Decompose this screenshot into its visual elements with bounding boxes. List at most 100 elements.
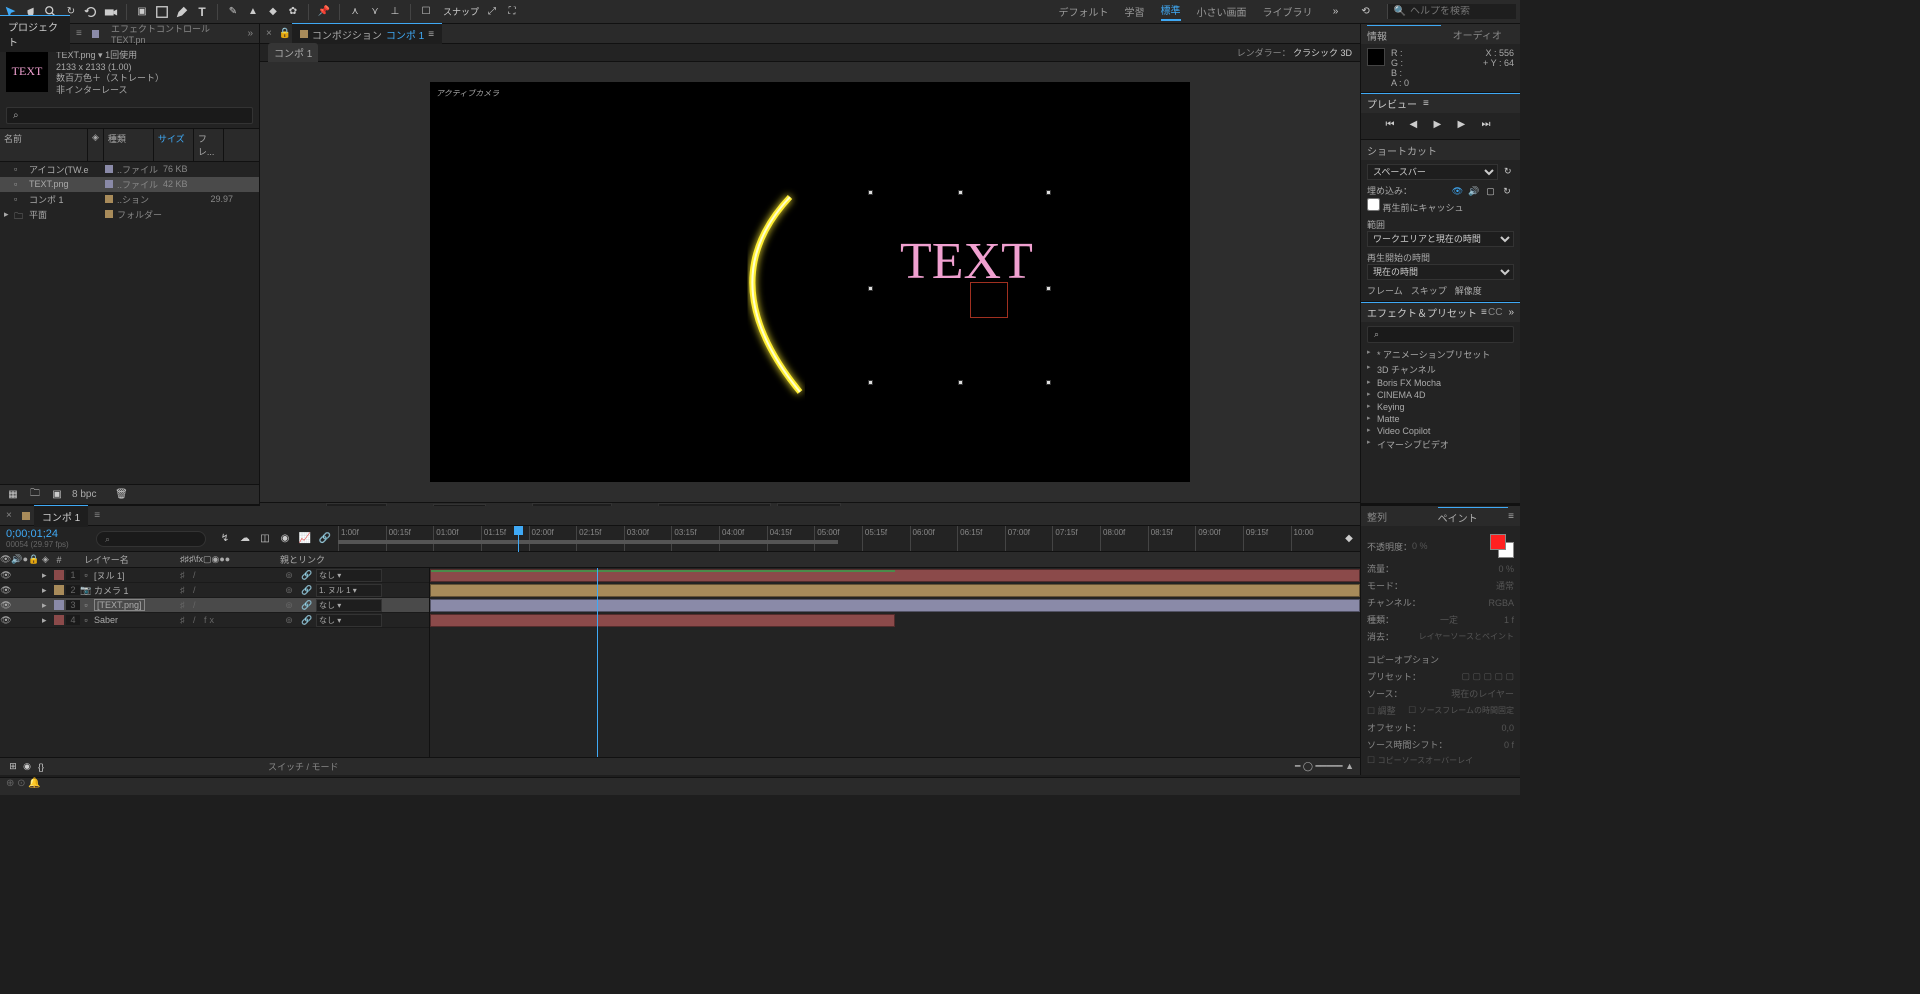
layer-bar-1[interactable]	[430, 569, 1360, 582]
loop-icon[interactable]: ↻	[1500, 184, 1514, 198]
new-comp-icon[interactable]: ▣	[50, 488, 64, 502]
effect-category[interactable]: Video Copilot	[1367, 425, 1514, 437]
overflow-icon[interactable]: »	[1508, 307, 1514, 318]
tab-effects[interactable]: エフェクト＆プリセット	[1367, 305, 1477, 320]
overlay-label[interactable]: コピーソースオーバーレイ	[1378, 756, 1474, 765]
handle-tc[interactable]	[958, 190, 963, 195]
prev-frame-icon[interactable]: ◀	[1410, 119, 1424, 133]
close-tab-icon[interactable]: ×	[260, 28, 278, 39]
current-time-indicator[interactable]	[518, 526, 519, 552]
project-search-input[interactable]	[19, 110, 246, 121]
effect-category[interactable]: CINEMA 4D	[1367, 389, 1514, 401]
effect-category[interactable]: * アニメーションプリセット	[1367, 347, 1514, 362]
col-parent[interactable]: 親とリンク	[280, 553, 370, 566]
tab-audio[interactable]: オーディオ	[1441, 27, 1515, 42]
layer-row[interactable]: 👁▸1▫[ヌル 1]♯ /⊚🔗なし ▾	[0, 568, 429, 583]
effect-category[interactable]: Matte	[1367, 413, 1514, 425]
ws-library[interactable]: ライブラリ	[1263, 4, 1313, 19]
erase-value[interactable]: レイヤーソースとペイント	[1419, 631, 1514, 642]
local-axis-icon[interactable]: ⋏	[348, 5, 362, 19]
draft3d-icon[interactable]: ☁	[238, 532, 252, 546]
clone-tool-icon[interactable]: ▲	[246, 5, 260, 19]
play-icon[interactable]: ▶	[1434, 119, 1448, 133]
switch-mode-toggle[interactable]: スイッチ / モード	[268, 760, 339, 773]
null-bounds[interactable]	[970, 282, 1008, 318]
layer-row[interactable]: 👁▸2📷カメラ 1♯ /⊚🔗1. ヌル 1 ▾	[0, 583, 429, 598]
rotate-tool-icon[interactable]	[84, 5, 98, 19]
canvas[interactable]: アクティブカメラ TEXT	[430, 82, 1190, 482]
text-tool-icon[interactable]: T	[195, 5, 209, 19]
camera-tool-icon[interactable]	[104, 5, 118, 19]
work-area-bar[interactable]	[338, 540, 838, 544]
opacity-value[interactable]: 0 %	[1412, 541, 1428, 551]
comp-breadcrumb[interactable]: コンポ 1	[268, 43, 318, 62]
project-row[interactable]: ▸🗀平面フォルダー	[0, 207, 259, 222]
playfrom-select[interactable]: 現在の時間	[1367, 264, 1514, 280]
handle-br[interactable]	[1046, 380, 1051, 385]
interpret-icon[interactable]: ▦	[6, 488, 20, 502]
composition-viewer[interactable]: アクティブカメラ TEXT	[260, 62, 1360, 502]
new-folder-icon[interactable]: 🗀	[28, 488, 42, 502]
anchor-tool-icon[interactable]: ▣	[135, 5, 149, 19]
tab-preview[interactable]: プレビュー	[1367, 96, 1417, 111]
adjust-label[interactable]: 調整	[1378, 706, 1396, 716]
panel-menu-icon[interactable]: ≡	[1481, 307, 1487, 318]
handle-tl[interactable]	[868, 190, 873, 195]
effect-category[interactable]: Boris FX Mocha	[1367, 377, 1514, 389]
layer-bar-2[interactable]	[430, 584, 1360, 597]
layer-row[interactable]: 👁▸3▫[TEXT.png]♯ /⊚🔗なし ▾	[0, 598, 429, 613]
layer-bar-4[interactable]	[430, 614, 895, 627]
timeline-timecode[interactable]: 0;00;01;24 00054 (29.97 fps)	[0, 526, 90, 551]
handle-bc[interactable]	[958, 380, 963, 385]
comp-marker-icon[interactable]: ◆	[1342, 532, 1356, 546]
timeline-search-input[interactable]	[96, 531, 206, 547]
include-overlay-icon[interactable]: ▢	[1483, 184, 1497, 198]
pen-tool-icon[interactable]	[175, 5, 189, 19]
bpc-toggle[interactable]: 8 bpc	[72, 489, 96, 500]
layer-bar-3[interactable]	[430, 599, 1360, 612]
panel-menu-icon[interactable]: ≡	[88, 510, 106, 521]
view-axis-icon[interactable]: ⊥	[388, 5, 402, 19]
srcframe-label[interactable]: ソースフレームの時間固定	[1419, 706, 1514, 715]
close-tab-icon[interactable]: ×	[0, 510, 18, 521]
include-video-icon[interactable]: 👁	[1450, 184, 1464, 198]
tab-info[interactable]: 情報	[1367, 25, 1441, 43]
timeline-bars[interactable]	[430, 568, 1360, 757]
panel-menu-icon[interactable]: ≡	[428, 29, 434, 40]
project-row[interactable]: ▫アイコン(TW.e..ファイル76 KB	[0, 162, 259, 177]
ws-standard[interactable]: 標準	[1161, 2, 1181, 21]
tab-align[interactable]: 整列	[1367, 509, 1438, 524]
range-select[interactable]: ワークエリアと現在の時間	[1367, 231, 1514, 247]
effects-search-input[interactable]	[1379, 329, 1507, 340]
roto-tool-icon[interactable]: ✿	[286, 5, 300, 19]
help-search-input[interactable]	[1410, 6, 1510, 17]
ws-reset-icon[interactable]: ⟲	[1359, 5, 1373, 19]
snap-checkbox[interactable]: ☐	[419, 5, 433, 19]
panel-menu-icon[interactable]: ≡	[70, 28, 88, 39]
shape-tool-icon[interactable]	[155, 5, 169, 19]
tab-project[interactable]: プロジェクト	[0, 15, 70, 52]
trash-icon[interactable]: 🗑	[114, 488, 128, 502]
cc-label[interactable]: CC	[1488, 307, 1502, 318]
refresh-icon[interactable]: ↻	[1502, 164, 1514, 178]
effect-category[interactable]: Keying	[1367, 401, 1514, 413]
srctime-value[interactable]: 0 f	[1504, 740, 1514, 750]
handle-ml[interactable]	[868, 286, 873, 291]
flow-value[interactable]: 0 %	[1498, 564, 1514, 574]
ws-small[interactable]: 小さい画面	[1197, 4, 1247, 19]
toggle-inout-icon[interactable]: {}	[34, 760, 48, 774]
duration-value[interactable]: 一定	[1440, 613, 1458, 626]
layer-row[interactable]: 👁▸4▫Saber♯ / fx⊚🔗なし ▾	[0, 613, 429, 628]
snap-opt1-icon[interactable]: ⤢	[485, 5, 499, 19]
offset-value[interactable]: 0,0	[1501, 723, 1514, 733]
next-frame-icon[interactable]: ▶	[1458, 119, 1472, 133]
tab-timeline-comp[interactable]: コンポ 1	[34, 505, 88, 527]
ws-overflow-icon[interactable]: »	[1329, 5, 1343, 19]
tab-paint[interactable]: ペイント	[1438, 507, 1509, 525]
puppet-tool-icon[interactable]: 📌	[317, 5, 331, 19]
snap-opt2-icon[interactable]: ⛶	[505, 5, 519, 19]
project-row[interactable]: ▫TEXT.png..ファイル42 KB	[0, 177, 259, 192]
world-axis-icon[interactable]: ⋎	[368, 5, 382, 19]
panel-menu-icon[interactable]: ≡	[1423, 98, 1429, 109]
col-layer-name[interactable]: レイヤー名	[80, 553, 180, 566]
